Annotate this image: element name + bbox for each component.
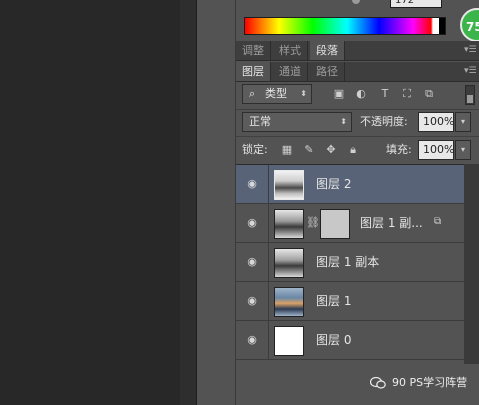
layers-list: ◉ 图层 2 ◉ ⛓ 图层 1 副... ⧉ ◉ 图层 1 副本 ◉ 图层 1 xyxy=(236,164,464,365)
lock-image-pixels-icon[interactable]: ✎ xyxy=(302,143,316,157)
type-filter-icon[interactable]: T xyxy=(378,87,392,101)
eye-column-divider xyxy=(268,282,269,321)
tab-channels[interactable]: 通道 xyxy=(273,62,308,81)
filter-toggle[interactable] xyxy=(465,85,475,105)
top-tabbar: 调整 样式 段落 ▾☰ xyxy=(236,41,479,61)
color-slider-knob[interactable] xyxy=(352,0,360,4)
search-icon: ⌕ xyxy=(249,87,256,100)
fill-dropdown-button[interactable]: ▾ xyxy=(455,140,471,160)
tab-paragraph[interactable]: 段落 xyxy=(310,41,345,60)
layer-row[interactable]: ◉ 图层 2 xyxy=(236,165,464,204)
layer-name[interactable]: 图层 1 副本 xyxy=(316,243,379,282)
layers-scrollbar[interactable] xyxy=(464,164,479,364)
eye-column-divider xyxy=(268,204,269,243)
layer-name[interactable]: 图层 2 xyxy=(316,165,351,204)
layer-name[interactable]: 图层 1 xyxy=(316,282,351,321)
visibility-eye-icon[interactable]: ◉ xyxy=(244,294,260,308)
blend-mode-select[interactable]: 正常 ⬍ xyxy=(242,112,352,132)
adjustment-filter-icon[interactable]: ◐ xyxy=(354,87,368,101)
fill-field[interactable]: 100% xyxy=(418,140,454,160)
layers-panel-menu-icon[interactable]: ▾☰ xyxy=(464,66,477,76)
smart-object-filter-icon[interactable]: ⧉ xyxy=(422,87,436,101)
visibility-eye-icon[interactable]: ◉ xyxy=(244,177,260,191)
layer-thumbnail xyxy=(274,209,304,239)
link-chain-icon[interactable]: ⛓ xyxy=(306,216,320,229)
chevron-updown-icon: ⬍ xyxy=(340,117,347,126)
tab-paths[interactable]: 路径 xyxy=(310,62,345,81)
document-canvas xyxy=(0,0,180,405)
layer-thumbnail xyxy=(274,326,304,356)
color-slider-row: 172 xyxy=(244,0,444,12)
color-value-field[interactable]: 172 xyxy=(390,0,442,8)
filter-kind-select[interactable]: ⌕ 类型 ⬍ xyxy=(242,84,312,104)
opacity-dropdown-button[interactable]: ▾ xyxy=(455,112,471,132)
visibility-eye-icon[interactable]: ◉ xyxy=(244,216,260,230)
tab-adjustments[interactable]: 调整 xyxy=(236,41,271,60)
shape-filter-icon[interactable]: ⛶ xyxy=(400,87,414,101)
eye-column-divider xyxy=(268,165,269,204)
canvas-scrollbar[interactable] xyxy=(180,0,197,405)
lock-row: 锁定: ▦ ✎ ✥ 🔒︎ 填充: 100% ▾ xyxy=(236,136,479,163)
tab-layers[interactable]: 图层 xyxy=(236,62,271,81)
eye-column-divider xyxy=(268,321,269,360)
blend-mode-label: 正常 xyxy=(249,115,271,128)
panel-dock-gutter xyxy=(197,0,235,405)
lock-transparent-pixels-icon[interactable]: ▦ xyxy=(280,143,294,157)
blend-row: 正常 ⬍ 不透明度: 100% ▾ xyxy=(236,109,479,135)
image-filter-icon[interactable]: ▣ xyxy=(332,87,346,101)
opacity-label: 不透明度: xyxy=(360,115,408,128)
smart-object-icon: ⧉ xyxy=(434,216,442,227)
fill-label: 填充: xyxy=(386,143,412,156)
lock-position-icon[interactable]: ✥ xyxy=(324,143,338,157)
filter-kind-label: 类型 xyxy=(265,87,287,100)
progress-badge: 75 xyxy=(460,8,479,42)
layer-thumbnail xyxy=(274,170,304,200)
layer-row[interactable]: ◉ 图层 0 xyxy=(236,321,464,360)
eye-column-divider xyxy=(268,243,269,282)
opacity-field[interactable]: 100% xyxy=(418,112,454,132)
right-panel: 172 75 调整 样式 段落 ▾☰ 图层 通道 路径 ▾☰ ⌕ 类型 ⬍ ▣ … xyxy=(235,0,479,405)
watermark: 90 PS学习阵营 xyxy=(370,376,467,390)
watermark-text: 90 PS学习阵营 xyxy=(392,376,468,389)
layer-thumbnail xyxy=(274,287,304,317)
layer-row[interactable]: ◉ 图层 1 xyxy=(236,282,464,321)
lock-all-icon[interactable]: 🔒︎ xyxy=(346,143,360,157)
layer-name[interactable]: 图层 1 副... xyxy=(360,204,423,243)
layer-thumbnail xyxy=(274,248,304,278)
layer-name[interactable]: 图层 0 xyxy=(316,321,351,360)
lock-label: 锁定: xyxy=(242,143,268,156)
wechat-icon xyxy=(370,377,386,389)
layers-tabbar: 图层 通道 路径 ▾☰ xyxy=(236,62,479,82)
panel-menu-icon[interactable]: ▾☰ xyxy=(464,45,477,55)
layer-row[interactable]: ◉ ⛓ 图层 1 副... ⧉ xyxy=(236,204,464,243)
layer-mask-thumbnail[interactable] xyxy=(320,209,350,239)
visibility-eye-icon[interactable]: ◉ xyxy=(244,255,260,269)
visibility-eye-icon[interactable]: ◉ xyxy=(244,333,260,347)
layer-row[interactable]: ◉ 图层 1 副本 xyxy=(236,243,464,282)
layer-filter-row: ⌕ 类型 ⬍ ▣ ◐ T ⛶ ⧉ xyxy=(236,82,479,108)
color-spectrum-bar[interactable] xyxy=(244,17,446,35)
chevron-updown-icon: ⬍ xyxy=(300,89,307,98)
tab-styles[interactable]: 样式 xyxy=(273,41,308,60)
